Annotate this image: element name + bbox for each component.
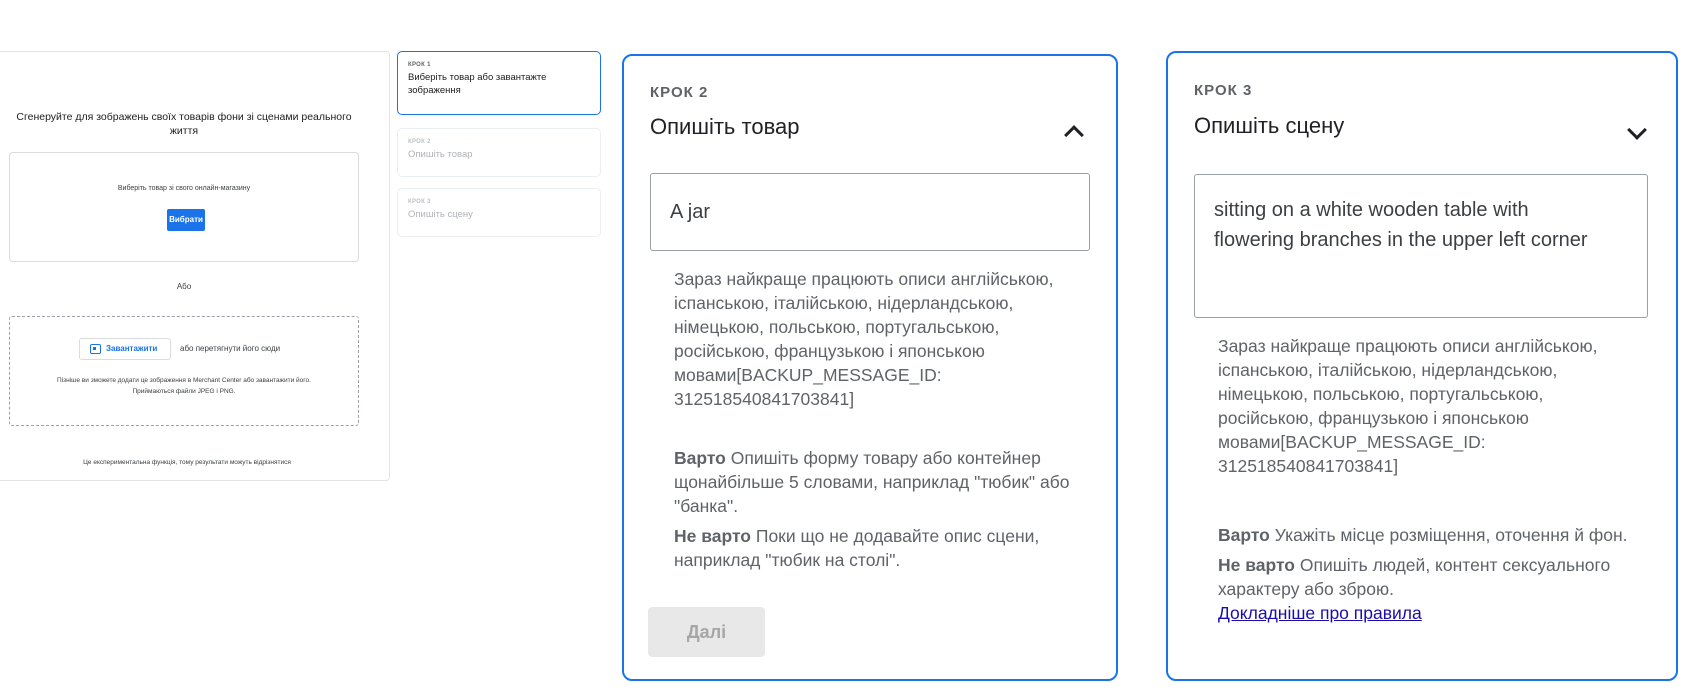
step2-title: Опишіть товар <box>650 114 800 139</box>
step2-dont-row: Не варто Поки що не додавайте опис сцени… <box>674 524 1094 572</box>
step-nav-2-kicker: КРОК 2 <box>408 139 431 145</box>
step3-dont-row: Не варто Опишіть людей, контент сексуаль… <box>1218 553 1638 601</box>
next-button[interactable]: Далі <box>648 607 765 657</box>
or-divider-text: Або <box>176 282 192 291</box>
policy-rules-link[interactable]: Докладніше про правила <box>1218 603 1422 623</box>
step-nav-3-kicker: КРОК 3 <box>408 199 431 205</box>
step3-do-label: Варто <box>1218 525 1270 545</box>
step3-dont-label: Не варто <box>1218 555 1295 575</box>
step3-card: КРОК 3 Опишіть сцену sitting on a white … <box>1166 51 1678 681</box>
step-nav-2[interactable]: КРОК 2 Опишіть товар <box>397 128 601 177</box>
drag-drop-text: або перетягнути його сюди <box>180 344 281 353</box>
step-nav-1-label: Виберіть товар або завантажте зображення <box>408 72 547 96</box>
step3-title: Опишіть сцену <box>1194 113 1345 138</box>
step3-do-row: Варто Укажіть місце розміщення, оточення… <box>1218 523 1638 547</box>
chevron-down-icon[interactable] <box>1627 120 1647 140</box>
scene-input-line2: flowering branches in the upper left cor… <box>1214 229 1588 251</box>
upload-button[interactable]: Завантажити <box>79 338 171 360</box>
step2-guidance: Варто Опишіть форму товару або контейнер… <box>674 446 1094 572</box>
select-product-text: Виберіть товар зі свого онлайн-магазину <box>117 185 251 192</box>
left-panel-title: Сгенеруйте для зображень своїх товарів ф… <box>16 111 352 137</box>
upload-note: Пізніше ви зможете додати це зображення … <box>10 375 358 397</box>
step2-dont-label: Не варто <box>674 526 751 546</box>
scene-description-input[interactable]: sitting on a white wooden table with flo… <box>1194 174 1648 318</box>
step2-do-row: Варто Опишіть форму товару або контейнер… <box>674 446 1094 518</box>
upload-dropzone[interactable]: Завантажити або перетягнути його сюди Пі… <box>9 316 359 426</box>
product-source-card: Сгенеруйте для зображень своїх товарів ф… <box>0 51 390 481</box>
step-nav-1-kicker: КРОК 1 <box>408 62 431 68</box>
step2-language-hint: Зараз найкраще працюють описи англійсько… <box>674 269 1054 409</box>
step2-card: КРОК 2 Опишіть товар A jar Зараз найкращ… <box>622 54 1118 681</box>
upload-note-line1: Пізніше ви зможете додати це зображення … <box>57 377 311 384</box>
select-product-button[interactable]: Вибрати <box>167 209 205 231</box>
step-nav-2-label: Опишіть товар <box>408 149 473 160</box>
step3-guidance: Варто Укажіть місце розміщення, оточення… <box>1218 523 1638 625</box>
step2-kicker: КРОК 2 <box>650 84 709 101</box>
step-nav-3-label: Опишіть сцену <box>408 209 473 220</box>
step3-kicker: КРОК 3 <box>1194 82 1253 99</box>
step2-do-label: Варто <box>674 448 726 468</box>
step3-language-hint: Зараз найкраще працюють описи англійсько… <box>1218 336 1598 476</box>
step3-do-text: Укажіть місце розміщення, оточення й фон… <box>1274 525 1628 545</box>
step-nav-3[interactable]: КРОК 3 Опишіть сцену <box>397 188 601 237</box>
step2-do-text: Опишіть форму товару або контейнер щонай… <box>674 448 1070 516</box>
step-nav-1[interactable]: КРОК 1 Виберіть товар або завантажте зоб… <box>397 51 601 115</box>
product-description-input[interactable]: A jar <box>650 173 1090 251</box>
scene-input-line1: sitting on a white wooden table with <box>1214 199 1529 221</box>
experimental-footnote: Це експериментальна функція, тому резуль… <box>83 459 291 466</box>
upload-note-line2: Приймаються файли JPEG і PNG. <box>132 388 236 395</box>
select-product-box: Виберіть товар зі свого онлайн-магазину … <box>9 152 359 262</box>
chevron-up-icon[interactable] <box>1064 125 1084 145</box>
upload-button-label: Завантажити <box>106 344 158 353</box>
add-photo-icon <box>90 344 101 354</box>
